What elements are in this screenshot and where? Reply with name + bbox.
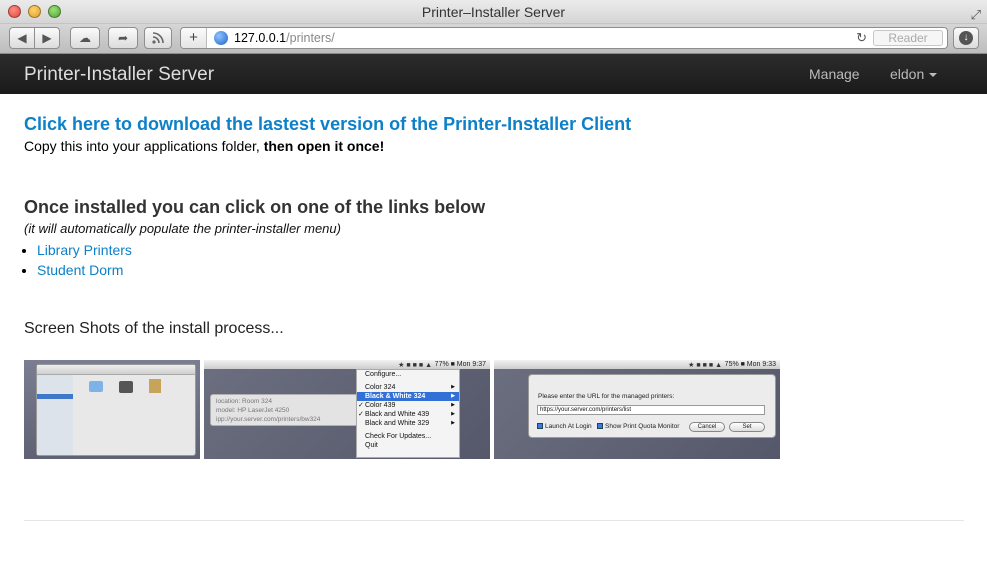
minimize-window-button[interactable] [28, 5, 41, 18]
checkbox-icon [597, 423, 603, 430]
info-location: location: Room 324 [216, 398, 273, 405]
menu-item: Color 324 [357, 383, 459, 392]
rss-button[interactable] [144, 27, 172, 49]
forward-button[interactable]: ▶ [34, 27, 60, 49]
url-dialog-thumbnail: Please enter the URL for the managed pri… [528, 374, 776, 438]
finder-sidebar [37, 375, 73, 455]
close-window-button[interactable] [8, 5, 21, 18]
address-url[interactable]: 127.0.0.1/printers/ [234, 31, 335, 45]
menu-item: Check For Updates... [365, 433, 432, 440]
package-icon [149, 379, 161, 393]
screenshots-heading: Screen Shots of the install process... [24, 320, 284, 337]
info-ipp: ipp://your.server.com/printers/bw324 [216, 416, 321, 423]
back-arrow-icon: ◀ [17, 31, 27, 45]
dialog-prompt: Please enter the URL for the managed pri… [538, 393, 675, 400]
installed-note: (it will automatically populate the prin… [24, 221, 341, 236]
back-button[interactable]: ◀ [9, 27, 35, 49]
launch-label: Launch At Login [545, 423, 592, 430]
app-navbar: Printer-Installer Server Manage eldon [0, 54, 987, 94]
zoom-window-button[interactable] [48, 5, 61, 18]
quota-monitor-checkbox: Show Print Quota Monitor [597, 423, 679, 430]
printer-menu-thumbnail: Configure... Color 324 Black & White 324… [356, 369, 460, 458]
brand-link[interactable]: Printer-Installer Server [24, 64, 214, 86]
caret-down-icon [929, 73, 938, 78]
dialog-cancel-button: Cancel [689, 422, 725, 432]
user-menu-dropdown[interactable]: eldon [890, 66, 938, 82]
menubar-thumbnail: ★■■■▲ 77% ■ Mon 9:37 [204, 360, 490, 369]
reload-icon[interactable]: ↻ [856, 30, 867, 46]
icloud-tabs-button[interactable]: ☁ [70, 27, 100, 49]
dialog-set-button: Set [729, 422, 765, 432]
download-client-link[interactable]: Click here to download the lastest versi… [24, 114, 631, 135]
finder-toolbar [37, 365, 195, 375]
quota-label: Show Print Quota Monitor [605, 423, 680, 430]
user-name: eldon [890, 66, 925, 82]
checkbox-icon [537, 423, 543, 430]
dialog-url-field: https://your.server.com/printers/list [537, 405, 765, 415]
menu-item: Black and White 329 [357, 419, 459, 428]
globe-icon [214, 31, 228, 45]
list-item: Library Printers [37, 240, 132, 260]
cloud-icon: ☁ [79, 31, 91, 45]
menubar-time: 77% ■ Mon 9:37 [434, 361, 486, 368]
menu-item-highlighted: Black & White 324 [357, 392, 459, 401]
download-icon: ↓ [959, 31, 973, 45]
add-bookmark-button[interactable]: + [181, 28, 207, 48]
copy-bold-text: then open it once! [263, 138, 385, 154]
window-titlebar: Printer–Installer Server ⤢ [0, 0, 987, 24]
menubar-icons: ★■■■▲ [398, 362, 434, 369]
folder-icon [89, 381, 103, 392]
list-item: Student Dorm [37, 260, 132, 280]
browser-toolbar: ◀ ▶ ☁ ➦ + 127.0.0.1/printers/ ↻ Reader ↓ [0, 24, 987, 54]
window-title: Printer–Installer Server [421, 4, 566, 20]
screenshot-finder[interactable] [24, 360, 200, 459]
printer-links-list: Library Printers Student Dorm [37, 240, 132, 280]
rss-icon [152, 32, 164, 44]
menu-item: Configure... [365, 371, 402, 378]
menubar-thumbnail: ★■■■▲ 75% ■ Mon 9:33 [494, 360, 780, 369]
install-instructions: Copy this into your applications folder,… [24, 138, 384, 154]
share-icon: ➦ [117, 31, 129, 45]
menubar-time: 75% ■ Mon 9:33 [724, 361, 776, 368]
copy-text: Copy this into your applications folder, [24, 138, 264, 154]
menubar-icons: ★■■■▲ [688, 362, 724, 369]
url-path: /printers/ [286, 31, 335, 45]
screenshot-menu[interactable]: ★■■■▲ 77% ■ Mon 9:37 location: Room 324 … [204, 360, 490, 459]
printer-info-card: location: Room 324 model: HP LaserJet 42… [210, 394, 358, 426]
menu-item: Color 439 [357, 401, 459, 410]
menu-item: Black and White 439 [357, 410, 459, 419]
url-host: 127.0.0.1 [234, 31, 287, 45]
menu-item: Quit [365, 442, 378, 449]
installed-heading: Once installed you can click on one of t… [24, 197, 486, 217]
address-bar[interactable]: + 127.0.0.1/printers/ ↻ Reader [180, 27, 948, 49]
finder-selection [37, 394, 73, 399]
reader-button[interactable]: Reader [873, 30, 943, 46]
student-dorm-link[interactable]: Student Dorm [37, 262, 123, 278]
downloads-button[interactable]: ↓ [953, 27, 979, 49]
footer-divider [24, 520, 964, 521]
finder-window-thumbnail [36, 364, 196, 456]
printer-icon [119, 381, 133, 393]
screenshot-config-dialog[interactable]: ★■■■▲ 75% ■ Mon 9:33 Please enter the UR… [494, 360, 780, 459]
library-printers-link[interactable]: Library Printers [37, 242, 132, 258]
nav-manage-link[interactable]: Manage [809, 66, 860, 82]
info-model: model: HP LaserJet 4250 [216, 407, 290, 414]
forward-arrow-icon: ▶ [42, 31, 52, 45]
share-button[interactable]: ➦ [108, 27, 138, 49]
launch-at-login-checkbox: Launch At Login [537, 423, 592, 430]
